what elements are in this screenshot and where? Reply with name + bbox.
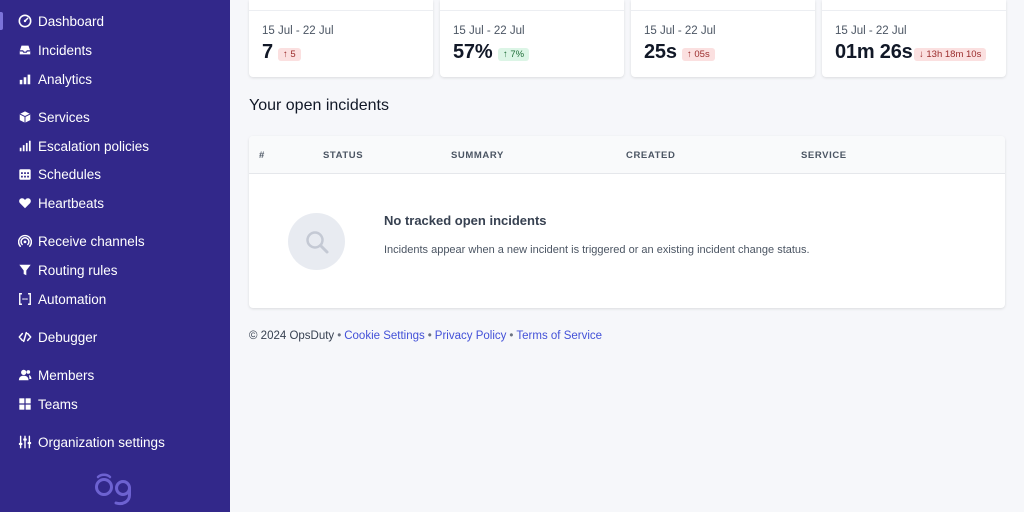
- column-header-summary[interactable]: SUMMARY: [451, 150, 504, 161]
- analytics-icon: [18, 72, 32, 86]
- grid-icon: [18, 397, 32, 411]
- separator: •: [509, 330, 514, 342]
- stat-card-resolve-time: 15 Jul - 22 Jul 01m 26s ↓ 13h 18m 10s: [822, 0, 1006, 77]
- sidebar-item-escalation-policies[interactable]: Escalation policies: [18, 135, 149, 157]
- terms-of-service-link[interactable]: Terms of Service: [516, 330, 602, 342]
- stat-delta-badge: ↑ 05s: [682, 48, 715, 61]
- sliders-icon: [18, 435, 32, 449]
- heart-icon: [18, 196, 32, 210]
- empty-state-description: Incidents appear when a new incident is …: [384, 244, 810, 256]
- column-header-created[interactable]: CREATED: [626, 150, 675, 161]
- stat-delta-badge: ↑ 5: [278, 48, 301, 61]
- stat-delta-badge: ↓ 13h 18m 10s: [914, 48, 987, 61]
- card-divider: [440, 10, 624, 11]
- copyright: © 2024 OpsDuty: [249, 330, 335, 342]
- card-divider: [631, 10, 815, 11]
- card-divider: [822, 10, 1006, 11]
- sidebar-item-label: Schedules: [38, 166, 102, 182]
- column-header-status[interactable]: STATUS: [323, 150, 363, 161]
- stat-delta-badge: ↑ 7%: [498, 48, 530, 61]
- sidebar-item-label: Organization settings: [38, 434, 165, 450]
- sidebar-item-label: Incidents: [38, 42, 93, 58]
- card-divider: [249, 10, 433, 11]
- stat-value: 25s: [644, 41, 677, 63]
- sidebar-item-organization-settings[interactable]: Organization settings: [18, 431, 165, 453]
- search-icon: [288, 213, 345, 270]
- sidebar-item-label: Escalation policies: [38, 138, 150, 154]
- stat-card-ack-time: 15 Jul - 22 Jul 25s ↑ 05s: [631, 0, 815, 77]
- stat-card-incidents: 15 Jul - 22 Jul 7 ↑ 5: [249, 0, 433, 77]
- table-header: # STATUS SUMMARY CREATED SERVICE: [249, 136, 1005, 174]
- active-nav-indicator: [0, 12, 3, 30]
- cube-icon: [18, 110, 32, 124]
- stat-range: 15 Jul - 22 Jul: [835, 25, 907, 37]
- column-header-number[interactable]: #: [259, 150, 265, 161]
- sidebar-item-label: Debugger: [38, 329, 98, 345]
- users-icon: [18, 368, 32, 382]
- stat-card-resolution-rate: 15 Jul - 22 Jul 57% ↑ 7%: [440, 0, 624, 77]
- sidebar-item-receive-channels[interactable]: Receive channels: [18, 230, 145, 252]
- calendar-icon: [18, 167, 32, 181]
- sidebar-item-label: Services: [38, 109, 90, 125]
- sidebar-item-teams[interactable]: Teams: [18, 393, 78, 415]
- privacy-policy-link[interactable]: Privacy Policy: [435, 330, 507, 342]
- column-header-service[interactable]: SERVICE: [801, 150, 847, 161]
- dashboard-icon: [18, 14, 32, 28]
- sidebar-item-label: Analytics: [38, 71, 93, 87]
- sidebar-item-analytics[interactable]: Analytics: [18, 68, 92, 90]
- code-icon: [18, 330, 32, 344]
- empty-state-title: No tracked open incidents: [384, 213, 547, 228]
- bars-icon: [18, 139, 32, 153]
- sidebar-item-members[interactable]: Members: [18, 364, 94, 386]
- sidebar-item-schedules[interactable]: Schedules: [18, 163, 101, 185]
- sidebar-item-incidents[interactable]: Incidents: [18, 39, 92, 61]
- sidebar-item-label: Members: [38, 367, 95, 383]
- funnel-icon: [18, 263, 32, 277]
- sidebar-item-heartbeats[interactable]: Heartbeats: [18, 192, 104, 214]
- stat-value: 01m 26s: [835, 41, 913, 63]
- sidebar-item-label: Dashboard: [38, 13, 105, 29]
- sidebar-item-debugger[interactable]: Debugger: [18, 326, 97, 348]
- stat-range: 15 Jul - 22 Jul: [644, 25, 716, 37]
- separator: •: [427, 330, 432, 342]
- stat-range: 15 Jul - 22 Jul: [262, 25, 334, 37]
- footer: © 2024 OpsDuty • Cookie Settings • Privacy P…: [249, 330, 602, 342]
- sidebar-item-label: Teams: [38, 396, 78, 412]
- incidents-table: # STATUS SUMMARY CREATED SERVICE No trac…: [249, 136, 1005, 308]
- sidebar-item-label: Automation: [38, 291, 107, 307]
- automation-icon: [18, 292, 32, 306]
- stat-value: 57%: [453, 41, 493, 63]
- sidebar-item-label: Routing rules: [38, 262, 118, 278]
- sidebar: Dashboard Incidents Analytics Services E…: [0, 0, 230, 512]
- sidebar-item-label: Heartbeats: [38, 195, 105, 211]
- section-title: Your open incidents: [249, 97, 389, 114]
- inbox-icon: [18, 43, 32, 57]
- cookie-settings-link[interactable]: Cookie Settings: [344, 330, 425, 342]
- sidebar-item-services[interactable]: Services: [18, 106, 90, 128]
- sidebar-item-dashboard[interactable]: Dashboard: [18, 10, 104, 32]
- broadcast-icon: [18, 234, 32, 248]
- sidebar-item-label: Receive channels: [38, 233, 145, 249]
- sidebar-item-routing-rules[interactable]: Routing rules: [18, 259, 118, 281]
- separator: •: [337, 330, 342, 342]
- stat-range: 15 Jul - 22 Jul: [453, 25, 525, 37]
- brand-logo: [92, 473, 138, 509]
- stat-value: 7: [262, 41, 273, 63]
- sidebar-item-automation[interactable]: Automation: [18, 288, 106, 310]
